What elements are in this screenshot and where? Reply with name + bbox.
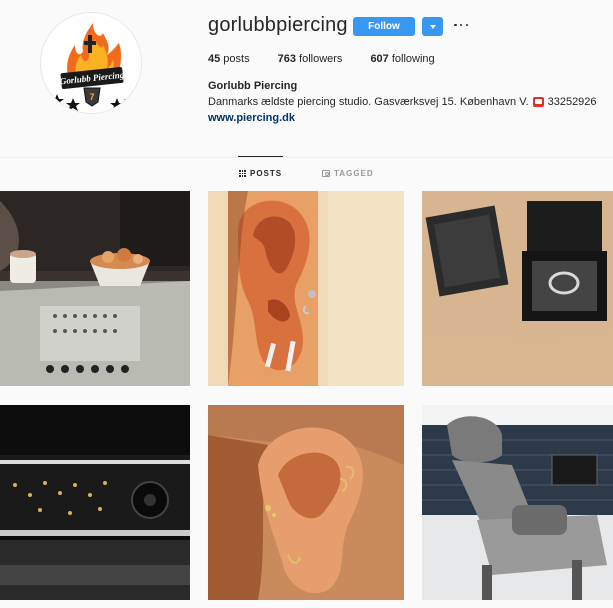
posts-count: 45 [208,53,221,65]
posts-label: posts [220,53,250,65]
ear-helix-piercing-photo [208,405,404,600]
follow-button[interactable]: Follow [353,17,415,36]
profile-avatar[interactable]: Gorlubb Piercing 7 [40,12,142,114]
post-thumbnail[interactable] [208,405,404,600]
studio-counter-photo [0,191,190,386]
flame-skull-logo-icon: Gorlubb Piercing 7 [41,13,141,113]
jewelry-box-photo [422,191,613,386]
ellipsis-dot-icon [459,23,463,27]
profile-stats: 45 posts 763 followers 607 following [208,53,463,65]
bio-text: Danmarks ældste piercing studio. Gasværk… [208,96,529,108]
profile-website-link[interactable]: www.piercing.dk [208,112,295,124]
suggested-accounts-button[interactable] [422,17,443,36]
profile-full-name: Gorlubb Piercing [208,80,298,92]
post-thumbnail[interactable] [208,191,404,386]
post-thumbnail[interactable] [0,191,190,386]
followers-label: followers [295,53,343,65]
ellipsis-dot-icon [465,23,468,27]
tag-icon [322,170,330,177]
chevron-down-icon [429,24,436,29]
following-label: following [388,53,435,65]
post-thumbnail[interactable] [422,191,613,386]
profile-username: gorlubbpiercing [208,14,348,36]
tab-tagged[interactable]: TAGGED [322,169,374,178]
more-options-button[interactable] [452,16,470,34]
svg-text:7: 7 [89,92,94,102]
following-count: 607 [370,53,389,65]
telephone-icon [532,97,544,107]
ear-piercing-photo [208,191,404,386]
tabs-divider [0,157,613,158]
grid-icon [239,170,246,177]
ellipsis-dot-icon [454,23,457,27]
tab-posts[interactable]: POSTS [239,169,282,178]
followers-count: 763 [277,53,296,65]
post-thumbnail[interactable] [422,405,613,600]
treatment-chair-photo [422,405,613,600]
following-stat[interactable]: 607 following [370,53,434,65]
posts-stat: 45 posts [208,53,250,65]
profile-bio: Danmarks ældste piercing studio. Gasværk… [208,96,597,108]
active-tab-indicator [238,156,283,157]
display-case-photo [0,405,190,600]
bio-phone: 33252926 [547,96,597,108]
post-thumbnail[interactable] [0,405,190,600]
tab-tagged-label: TAGGED [334,169,374,178]
followers-stat[interactable]: 763 followers [278,53,343,65]
tab-posts-label: POSTS [250,169,283,178]
